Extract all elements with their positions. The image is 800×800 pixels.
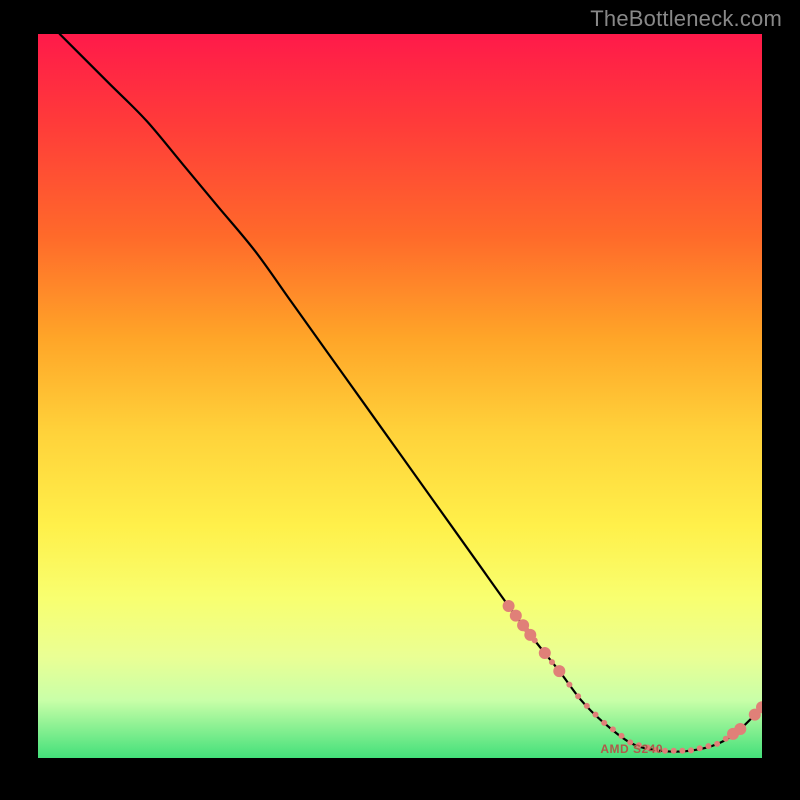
highlight-dot-large xyxy=(524,629,536,641)
highlight-dot xyxy=(714,741,720,747)
highlight-dot xyxy=(566,682,572,688)
attribution-text: TheBottleneck.com xyxy=(590,6,782,32)
highlight-dot-large xyxy=(539,647,551,659)
highlight-dot-large xyxy=(553,665,565,677)
highlight-dot xyxy=(584,703,590,709)
highlight-dot xyxy=(575,693,581,699)
highlight-dot-large xyxy=(510,610,522,622)
highlight-dot xyxy=(697,745,703,751)
highlight-dot xyxy=(549,659,555,665)
highlight-dot xyxy=(679,748,685,754)
plot-area: AMD S240 xyxy=(38,34,762,758)
highlight-dot-large xyxy=(734,723,746,735)
series-label: AMD S240 xyxy=(600,742,663,756)
bottleneck-curve xyxy=(60,34,762,752)
highlight-dot xyxy=(688,747,694,753)
highlight-dot-large xyxy=(517,619,529,631)
curve-svg xyxy=(38,34,762,758)
highlight-dot xyxy=(601,720,607,726)
highlight-dots xyxy=(503,600,762,754)
highlight-dot xyxy=(619,733,625,739)
highlight-dot xyxy=(671,748,677,754)
highlight-dot xyxy=(705,743,711,749)
highlight-dot xyxy=(593,712,599,718)
highlight-dot xyxy=(610,726,616,732)
highlight-dot-large xyxy=(503,600,515,612)
chart-container: TheBottleneck.com AMD S240 xyxy=(0,0,800,800)
